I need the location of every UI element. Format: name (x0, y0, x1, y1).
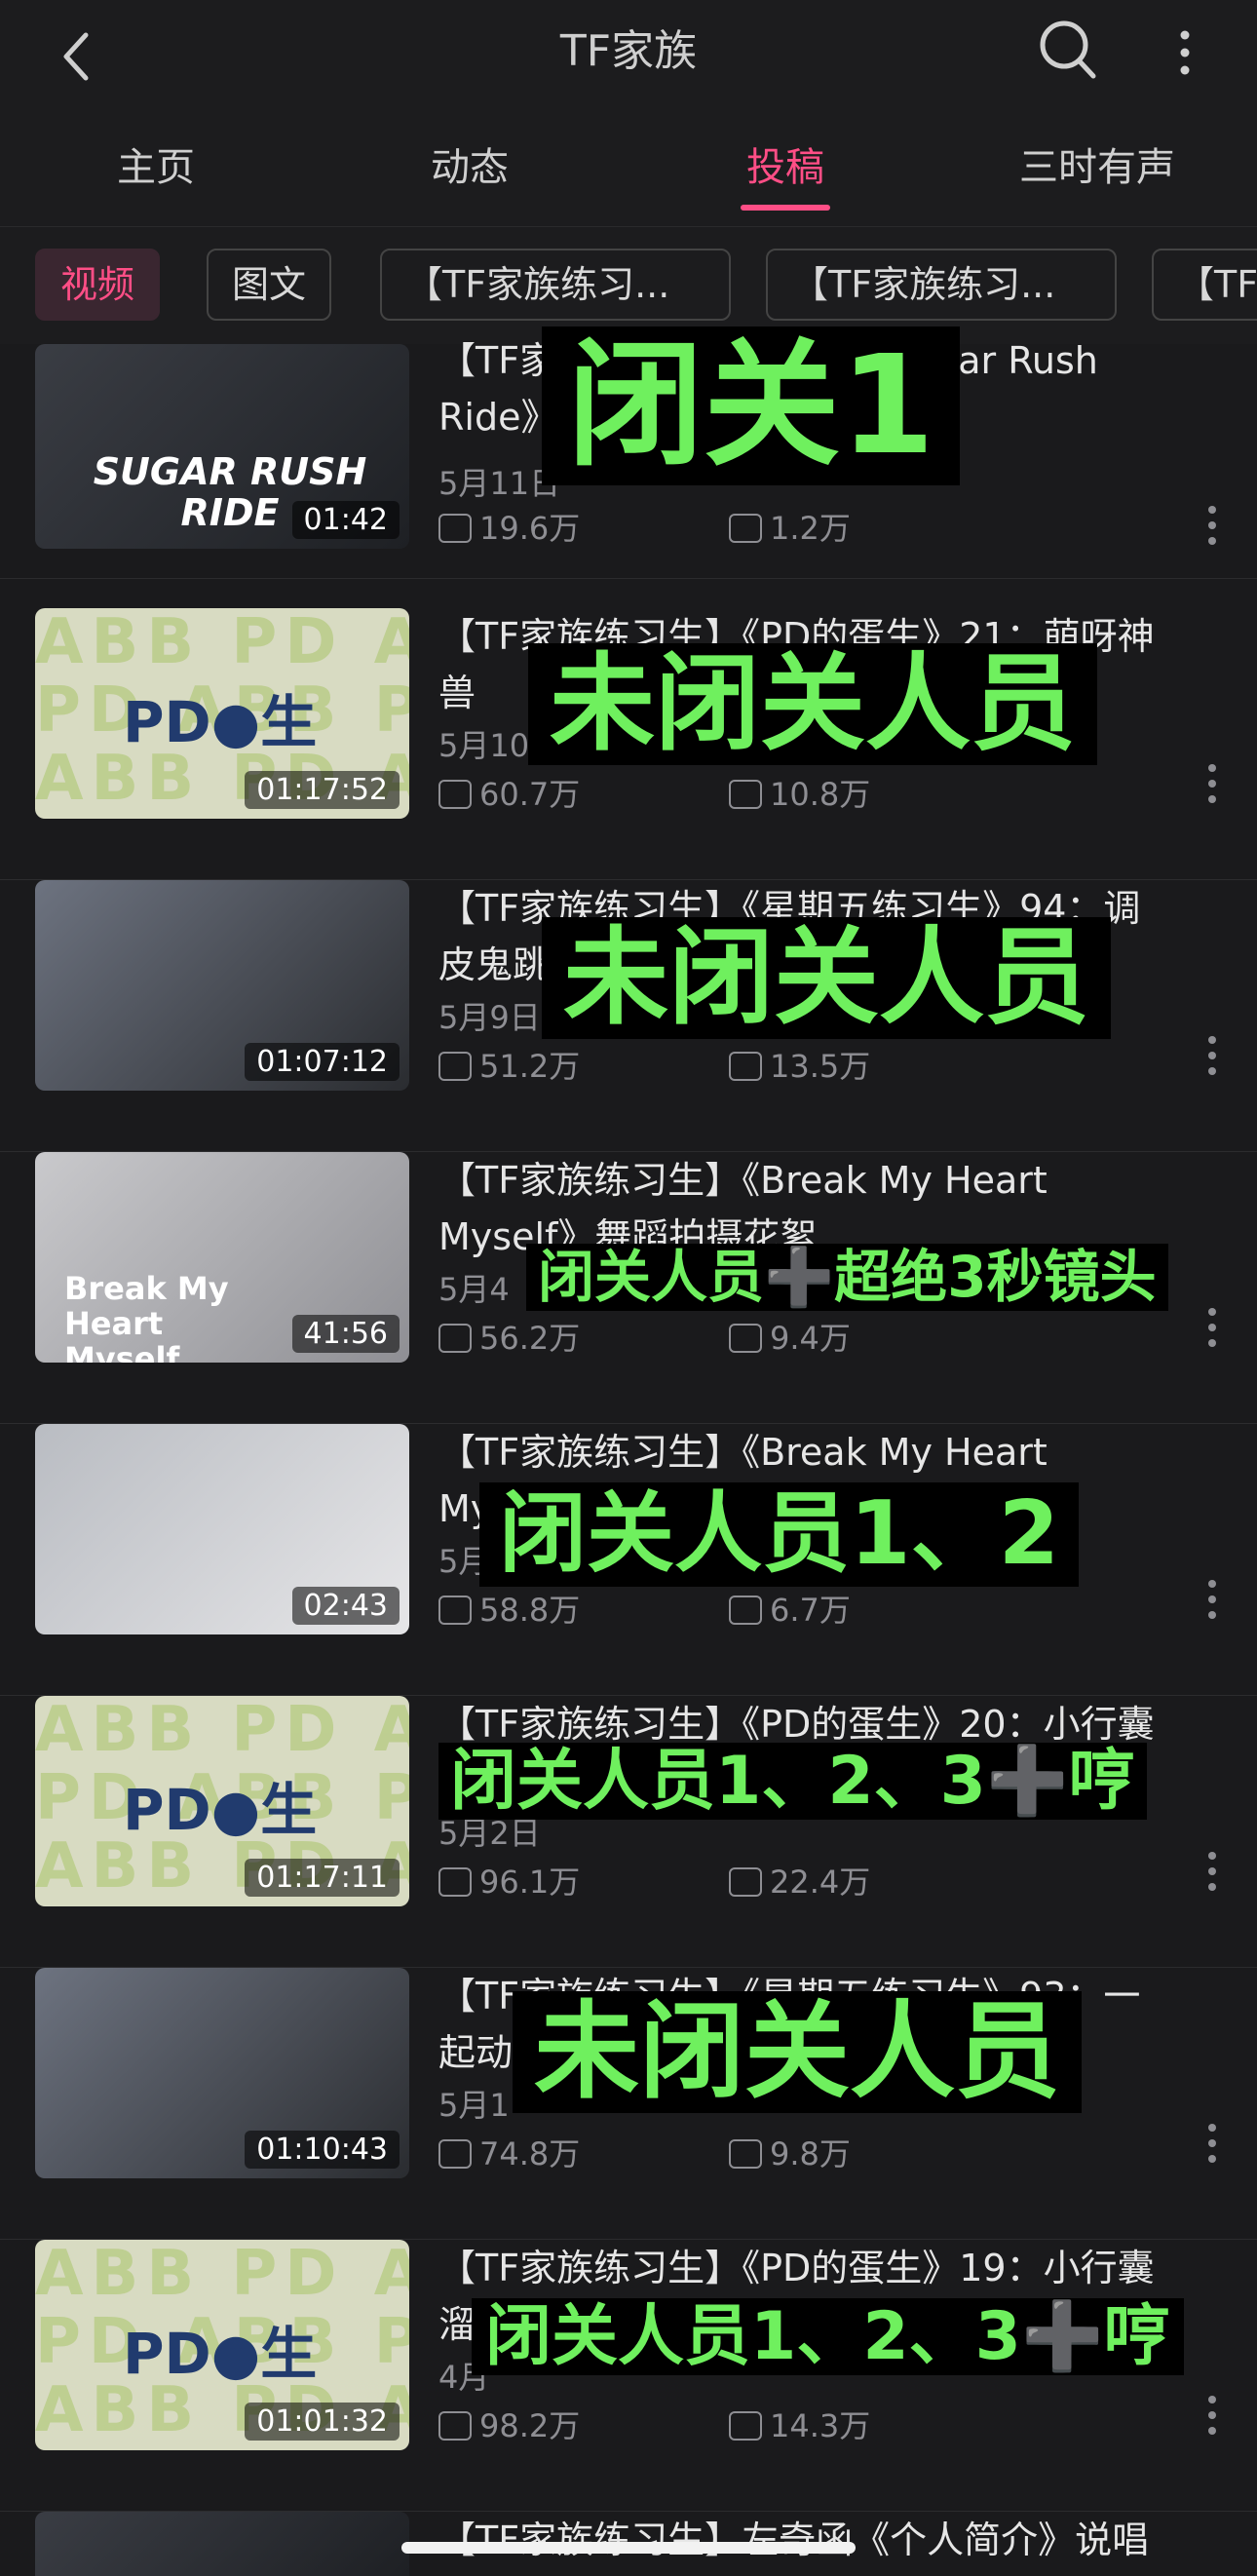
thumbnail-text: Break My Heart Myself (64, 1270, 229, 1363)
video-duration: 02:43 (291, 1587, 400, 1625)
play-icon (438, 1867, 472, 1897)
overlay-caption: 未闭关人员 (513, 1991, 1083, 2114)
overlay-caption: 闭关人员1、2、3➕哼 (472, 2298, 1184, 2376)
video-duration: 01:01:32 (245, 2403, 400, 2441)
overlay-caption: 未闭关人员 (542, 917, 1112, 1040)
video-duration: 01:42 (291, 501, 400, 539)
overlay-caption: 闭关人员1、2 (479, 1482, 1080, 1587)
chip-video[interactable]: 视频 (35, 249, 161, 321)
play-icon (438, 1596, 472, 1625)
row-more-icon[interactable] (1202, 506, 1222, 564)
overlay-caption: 闭关人员➕超绝3秒镜头 (526, 1244, 1168, 1311)
video-comments: 22.4万 (729, 1858, 870, 1903)
video-comments: 9.8万 (729, 2130, 851, 2174)
chip-playlist-1[interactable]: 【TF家族练习... (380, 249, 731, 321)
video-duration: 01:10:43 (245, 2131, 400, 2169)
video-plays: 51.2万 (438, 1042, 580, 1087)
video-comments: 9.4万 (729, 1314, 851, 1359)
video-date: 5月10 (438, 727, 530, 764)
pd-logo-icon: PD●生 (123, 2321, 318, 2387)
chip-image-text[interactable]: 图文 (207, 249, 332, 321)
play-icon (438, 1052, 472, 1081)
tab-sanshi-voice[interactable]: 三时有声 (951, 138, 1243, 197)
video-plays: 98.2万 (438, 2402, 580, 2446)
comment-icon (729, 2139, 762, 2169)
video-row[interactable]: ABB PD ABBPD ABB PDABB PD ABB PD●生 01:17… (0, 1696, 1257, 1968)
video-plays: 96.1万 (438, 1858, 580, 1903)
video-thumbnail[interactable]: Break My Heart Myself 41:56 (35, 1152, 409, 1363)
comment-icon (729, 1052, 762, 1081)
video-row[interactable]: 02:43 【TF家族练习生】《Break My Heart My 5月 58.8… (0, 1424, 1257, 1696)
video-row[interactable]: ABB PD ABBPD ABB PDABB PD ABB PD●生 01:17… (0, 608, 1257, 880)
active-tab-indicator (741, 205, 830, 211)
overlay-caption: 闭关1 (542, 327, 961, 485)
pd-logo-icon: PD●生 (123, 689, 318, 755)
play-icon (438, 780, 472, 809)
play-icon (438, 1324, 472, 1353)
video-comments: 14.3万 (729, 2402, 870, 2446)
video-row[interactable]: 01:10:43 【TF家族练习生】《星期五练习生》93：一起动 5月1 74.… (0, 1968, 1257, 2240)
home-indicator[interactable] (401, 2542, 856, 2554)
video-thumbnail[interactable]: 02:43 (35, 1424, 409, 1634)
video-row[interactable]: 01:07:12 【TF家族练习生】《星期五练习生》94：调 皮鬼跳 5月9日 5… (0, 880, 1257, 1152)
video-plays: 74.8万 (438, 2130, 580, 2174)
row-more-icon[interactable] (1202, 1580, 1222, 1638)
video-thumbnail[interactable] (35, 2512, 409, 2576)
more-options-icon[interactable] (1165, 16, 1204, 84)
play-icon (438, 2139, 472, 2169)
video-date: 5月4 (438, 1271, 510, 1308)
video-comments: 10.8万 (729, 770, 870, 815)
comment-icon (729, 514, 762, 543)
video-duration: 41:56 (291, 1315, 400, 1353)
row-more-icon[interactable] (1202, 1852, 1222, 1910)
video-date: 5月1 (438, 2087, 510, 2124)
comment-icon (729, 1596, 762, 1625)
video-row[interactable]: Break My Heart Myself 41:56 【TF家族练习生】《Br… (0, 1152, 1257, 1424)
row-more-icon[interactable] (1202, 1308, 1222, 1366)
comment-icon (729, 1867, 762, 1897)
top-bar: TF家族 (0, 0, 1257, 108)
video-row[interactable]: ABB PD ABBPD ABB PDABB PD ABB PD●生 01:01… (0, 2240, 1257, 2512)
video-duration: 01:17:11 (245, 1859, 400, 1897)
video-thumbnail[interactable]: ABB PD ABBPD ABB PDABB PD ABB PD●生 01:17… (35, 1696, 409, 1906)
play-icon (438, 514, 472, 543)
video-comments: 1.2万 (729, 504, 851, 549)
search-icon[interactable] (1033, 12, 1103, 86)
overlay-caption: 未闭关人员 (528, 643, 1098, 766)
tab-submissions[interactable]: 投稿 (639, 138, 932, 197)
overlay-caption: 闭关人员1、2、3➕哼 (438, 1743, 1147, 1821)
tab-home[interactable]: 主页 (10, 138, 302, 197)
video-thumbnail[interactable]: 01:07:12 (35, 880, 409, 1091)
video-comments: 6.7万 (729, 1586, 851, 1631)
video-thumbnail[interactable]: ABB PD ABBPD ABB PDABB PD ABB PD●生 01:17… (35, 608, 409, 819)
video-duration: 01:07:12 (245, 1043, 400, 1081)
video-plays: 58.8万 (438, 1586, 580, 1631)
pd-logo-icon: PD●生 (123, 1777, 318, 1843)
play-icon (438, 2411, 472, 2441)
video-title: 【TF家族练习生】左奇函《个人简介》说唱 (438, 2518, 1150, 2561)
row-more-icon[interactable] (1202, 1036, 1222, 1095)
row-more-icon[interactable] (1202, 2396, 1222, 2454)
video-date: 5月9日 (438, 999, 541, 1036)
tab-dynamics[interactable]: 动态 (324, 138, 616, 197)
video-plays: 60.7万 (438, 770, 580, 815)
row-more-icon[interactable] (1202, 764, 1222, 823)
video-plays: 19.6万 (438, 504, 580, 549)
video-comments: 13.5万 (729, 1042, 870, 1087)
comment-icon (729, 1324, 762, 1353)
video-thumbnail[interactable]: SUGAR RUSH RIDE 01:42 (35, 344, 409, 549)
video-duration: 01:17:52 (245, 771, 400, 809)
row-more-icon[interactable] (1202, 2124, 1222, 2182)
chip-playlist-2[interactable]: 【TF家族练习... (766, 249, 1117, 321)
chip-playlist-3[interactable]: 【TF (1152, 249, 1257, 321)
video-row[interactable]: SUGAR RUSH RIDE 01:42 【TF家 gar Rush Ride》… (0, 327, 1257, 579)
video-thumbnail[interactable]: 01:10:43 (35, 1968, 409, 2178)
video-thumbnail[interactable]: ABB PD ABBPD ABB PDABB PD ABB PD●生 01:01… (35, 2240, 409, 2450)
video-plays: 56.2万 (438, 1314, 580, 1359)
tab-bar: 主页 动态 投稿 三时有声 (0, 107, 1257, 227)
comment-icon (729, 2411, 762, 2441)
comment-icon (729, 780, 762, 809)
